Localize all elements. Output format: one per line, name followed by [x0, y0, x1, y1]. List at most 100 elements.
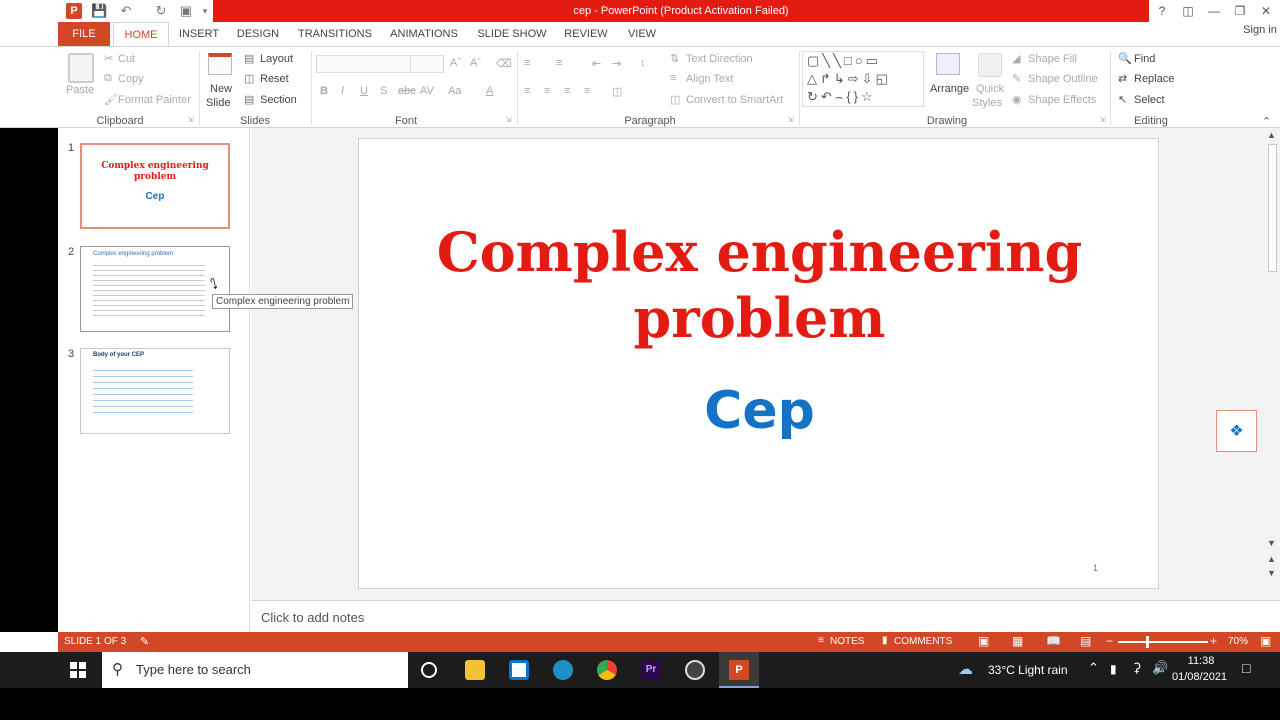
shape-effects-button[interactable]: Shape Effects [1028, 94, 1096, 106]
convert-smartart-button[interactable]: Convert to SmartArt [686, 94, 783, 106]
next-slide-icon[interactable]: ▼ [1267, 568, 1276, 578]
scroll-up-icon[interactable]: ▲ [1267, 130, 1276, 140]
collapse-ribbon-icon[interactable]: ⌃ [1262, 115, 1271, 128]
save-icon[interactable]: 💾 [91, 3, 107, 19]
weather-icon[interactable]: ☁ [958, 660, 973, 678]
reading-view-icon[interactable]: 📖 [1046, 634, 1061, 648]
cut-icon[interactable]: ✂ [104, 52, 113, 65]
comments-icon[interactable]: ▮ [882, 635, 888, 646]
find-icon[interactable]: 🔍 [1118, 52, 1132, 65]
new-slide-icon[interactable] [208, 53, 232, 75]
bold-icon[interactable]: B [320, 85, 328, 97]
copy-icon[interactable]: ⧉ [104, 72, 112, 85]
spell-check-icon[interactable]: ✎ [140, 635, 149, 648]
ribbon-display-options-icon[interactable]: ◫ [1178, 3, 1198, 19]
bullets-icon[interactable]: ≡ [524, 57, 530, 69]
slide-show-icon[interactable]: ▤ [1080, 634, 1091, 648]
layout-icon[interactable]: ▤ [244, 52, 254, 65]
customize-quick-access-icon[interactable]: ▾ [200, 3, 210, 19]
tab-slide-show[interactable]: SLIDE SHOW [476, 22, 548, 46]
zoom-slider-handle[interactable] [1146, 636, 1149, 648]
slide-subtitle[interactable]: Cep [359, 381, 1160, 441]
shape-outline-icon[interactable]: ✎ [1012, 72, 1021, 85]
tab-transitions[interactable]: TRANSITIONS [296, 22, 374, 46]
edge-icon[interactable] [553, 660, 573, 680]
previous-slide-icon[interactable]: ▲ [1267, 554, 1276, 564]
tab-animations[interactable]: ANIMATIONS [388, 22, 460, 46]
slide-thumbnail-1[interactable]: Complex engineering problem Cep [80, 143, 230, 229]
tab-file[interactable]: FILE [58, 22, 110, 46]
slide-thumbnails-pane[interactable]: 1 Complex engineering problem Cep 2 Comp… [58, 128, 250, 632]
zoom-in-icon[interactable]: + [1210, 634, 1217, 648]
minimize-icon[interactable]: — [1204, 3, 1224, 19]
align-text-button[interactable]: Align Text [686, 73, 734, 85]
paste-button[interactable]: Paste [66, 84, 94, 96]
increase-font-icon[interactable]: Aˆ [450, 57, 461, 69]
tab-design[interactable]: DESIGN [234, 22, 282, 46]
notes-button[interactable]: NOTES [830, 636, 864, 647]
paste-icon[interactable] [68, 53, 94, 83]
section-icon[interactable]: ▤ [244, 93, 254, 106]
windows-start-icon[interactable] [70, 662, 86, 678]
font-size-box[interactable] [410, 55, 444, 73]
zoom-out-icon[interactable]: − [1106, 634, 1113, 648]
zoom-slider[interactable] [1118, 636, 1208, 648]
weather-text[interactable]: 33°C Light rain [988, 663, 1068, 677]
notes-pane[interactable]: Click to add notes [251, 600, 1280, 632]
format-painter-icon[interactable]: 🖌 [104, 93, 118, 106]
notes-icon[interactable]: ≡ [818, 635, 824, 646]
new-slide-button[interactable]: New [210, 83, 232, 95]
paragraph-launcher-icon[interactable]: ⇲ [787, 115, 794, 124]
tab-review[interactable]: REVIEW [562, 22, 610, 46]
tab-view[interactable]: VIEW [624, 22, 660, 46]
normal-view-icon[interactable]: ▣ [978, 634, 989, 648]
cortana-icon[interactable] [421, 662, 437, 678]
reset-icon[interactable]: ◫ [244, 72, 254, 85]
taskbar-search-box[interactable]: ⚲ Type here to search [102, 652, 408, 688]
clear-formatting-icon[interactable]: ⌫ [496, 57, 512, 70]
slide-thumbnail-3[interactable]: Body of your CEP [80, 348, 230, 434]
slide-thumbnail-2[interactable]: Complex engineering problem [80, 246, 230, 332]
font-launcher-icon[interactable]: ⇲ [505, 115, 512, 124]
file-explorer-icon[interactable] [465, 660, 485, 680]
undo-icon[interactable]: ↶ [118, 3, 134, 19]
notifications-icon[interactable]: □ [1242, 660, 1250, 676]
vertical-scrollbar[interactable]: ▲ ▼ ▲ ▼ [1265, 128, 1280, 600]
quick-styles-button-line2[interactable]: Styles [972, 97, 1002, 109]
text-direction-button[interactable]: Text Direction [686, 53, 753, 65]
shadow-icon[interactable]: S [380, 85, 387, 97]
align-center-icon[interactable]: ≡ [544, 85, 550, 97]
columns-icon[interactable]: ◫ [612, 85, 622, 98]
tab-insert[interactable]: INSERT [176, 22, 222, 46]
reset-button[interactable]: Reset [260, 73, 289, 85]
layout-button[interactable]: Layout [260, 53, 293, 65]
restore-icon[interactable]: ❐ [1230, 3, 1250, 19]
obs-icon[interactable] [685, 660, 705, 680]
increase-indent-icon[interactable]: ⇥ [612, 57, 621, 70]
quick-styles-icon[interactable] [978, 53, 1002, 77]
arrange-icon[interactable] [936, 53, 960, 75]
slide-sorter-icon[interactable]: ▦ [1012, 634, 1023, 648]
redo-icon[interactable]: ↻ [153, 3, 169, 19]
shape-fill-button[interactable]: Shape Fill [1028, 53, 1077, 65]
format-painter-button[interactable]: Format Painter [118, 94, 191, 106]
text-direction-icon[interactable]: ⇅ [670, 52, 679, 65]
scroll-thumb[interactable] [1268, 144, 1277, 272]
start-from-beginning-icon[interactable]: ▣ [178, 3, 194, 19]
slide-title[interactable]: Complex engineering problem [359, 219, 1160, 351]
new-slide-dropdown[interactable]: Slide [206, 97, 230, 109]
replace-button[interactable]: Replace [1134, 73, 1174, 85]
shape-effects-icon[interactable]: ◉ [1012, 93, 1022, 106]
strikethrough-icon[interactable]: abc [398, 85, 416, 97]
zoom-level[interactable]: 70% [1228, 636, 1248, 647]
italic-icon[interactable]: I [341, 85, 344, 97]
line-spacing-icon[interactable]: ↕ [640, 57, 646, 69]
numbering-icon[interactable]: ≡ [556, 57, 562, 69]
align-right-icon[interactable]: ≡ [564, 85, 570, 97]
sign-in-link[interactable]: Sign in [1240, 18, 1280, 42]
comments-button[interactable]: COMMENTS [894, 636, 952, 647]
volume-icon[interactable]: 🔊 [1152, 660, 1168, 676]
shape-outline-button[interactable]: Shape Outline [1028, 73, 1098, 85]
battery-icon[interactable]: ▮ [1110, 662, 1117, 676]
replace-icon[interactable]: ⇄ [1118, 72, 1127, 85]
